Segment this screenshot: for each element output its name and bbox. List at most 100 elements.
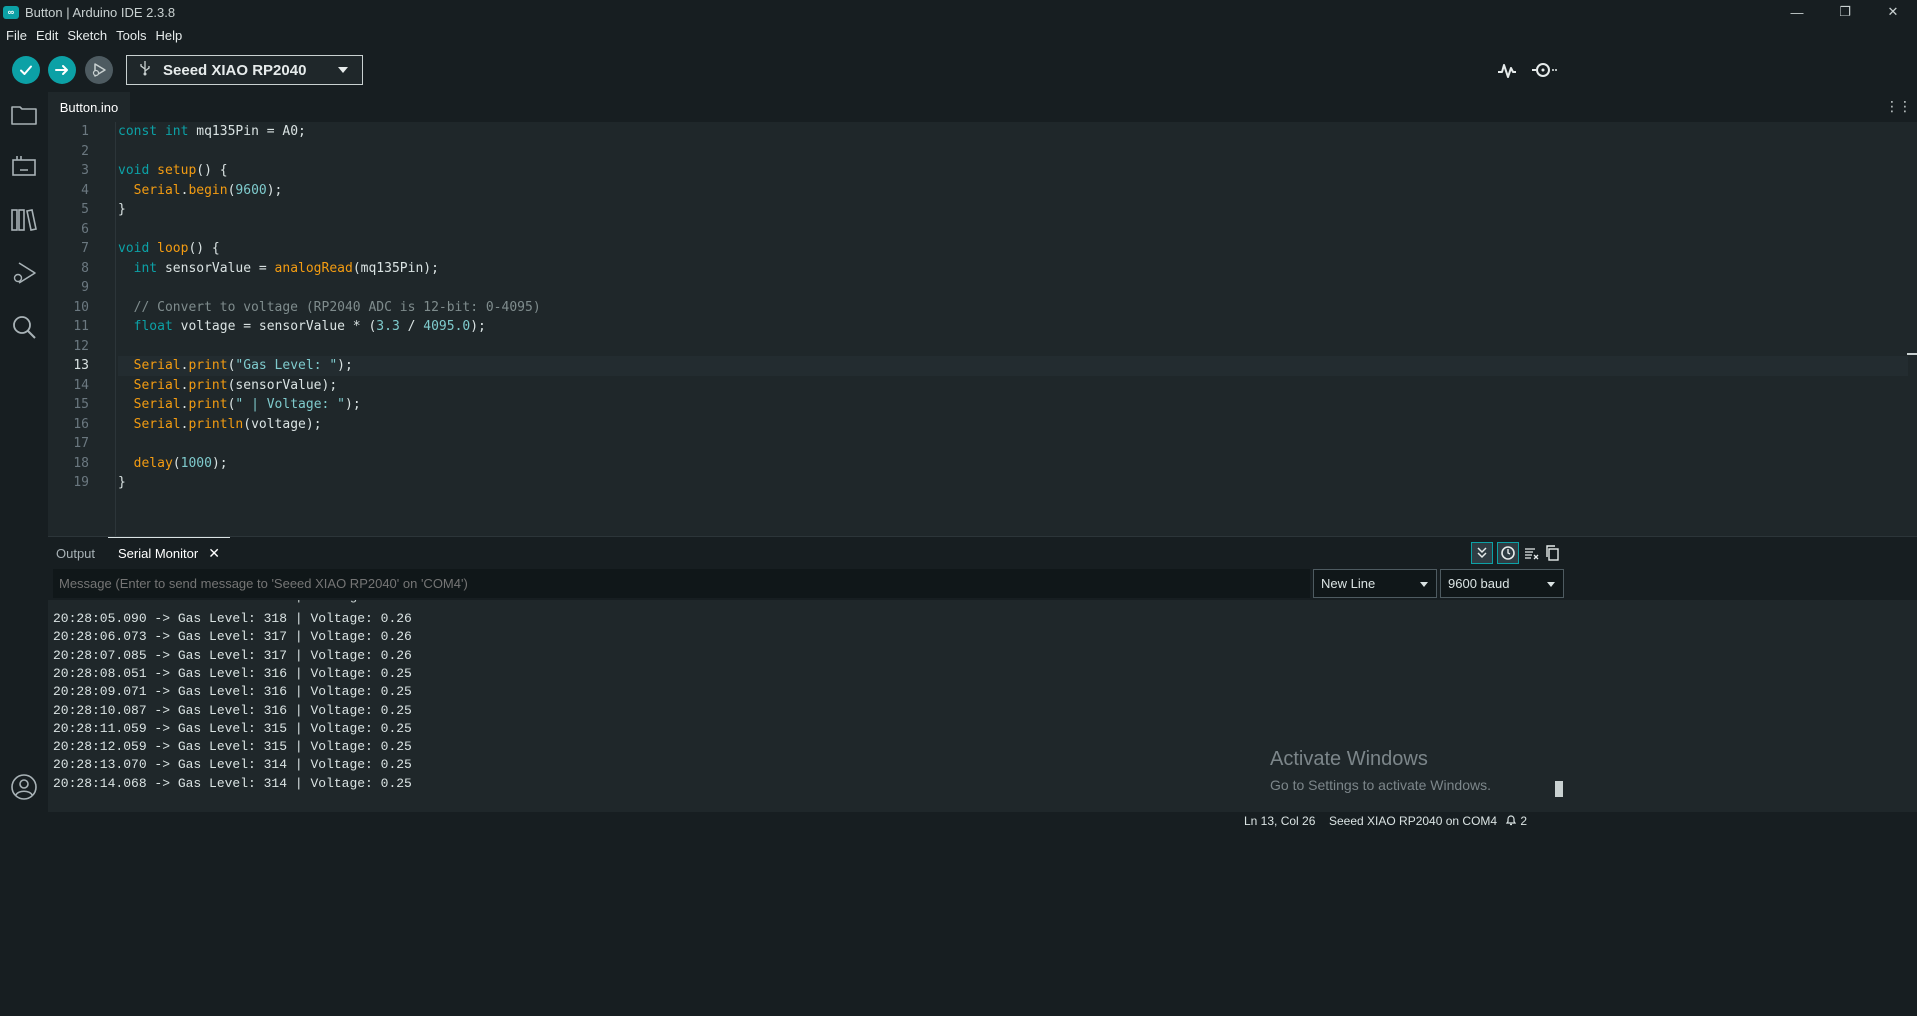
code-line-19: } — [118, 475, 126, 490]
board-port-status[interactable]: Seeed XIAO RP2040 on COM4 — [1329, 814, 1497, 828]
serial-output-line: 20:28:11.059 -> Gas Level: 315 | Voltage… — [53, 720, 412, 736]
clear-output-button[interactable] — [1520, 542, 1542, 564]
notifications-button[interactable]: 2 — [1505, 814, 1527, 828]
code-line-1: const int mq135Pin = A0; — [118, 124, 306, 139]
baud-rate-value: 9600 baud — [1448, 576, 1510, 591]
line-ending-value: New Line — [1321, 576, 1376, 591]
chevron-down-icon — [338, 67, 348, 73]
code-line-5: } — [118, 202, 126, 217]
minimize-button[interactable]: — — [1773, 0, 1821, 24]
line-number: 12 — [73, 338, 89, 354]
serial-message-input[interactable] — [53, 569, 1310, 598]
line-number: 2 — [81, 143, 89, 159]
timestamp-toggle[interactable] — [1497, 542, 1519, 564]
close-icon[interactable]: ✕ — [208, 545, 220, 562]
copy-output-icon — [1546, 545, 1559, 561]
debug-button[interactable] — [85, 56, 113, 84]
arduino-logo-icon: ∞ — [3, 5, 19, 19]
serial-plotter-button[interactable] — [1492, 56, 1522, 84]
sketchbook-folder-icon[interactable] — [9, 100, 39, 130]
line-number-gutter: 1 2 3 4 5 6 7 8 9 10 11 12 13 14 15 16 1… — [48, 122, 116, 536]
autoscroll-toggle[interactable] — [1471, 542, 1493, 564]
line-number: 16 — [73, 416, 89, 432]
code-line-10: // Convert to voltage (RP2040 ADC is 12-… — [118, 299, 541, 315]
verify-button[interactable] — [12, 56, 40, 84]
notifications-count: 2 — [1520, 814, 1528, 828]
usb-icon — [127, 60, 163, 80]
serial-output-line: 20:28:09.071 -> Gas Level: 316 | Voltage… — [53, 684, 412, 700]
chevron-down-icon — [1547, 582, 1555, 587]
close-window-button[interactable]: ✕ — [1869, 0, 1917, 24]
baud-rate-select[interactable]: 9600 baud — [1440, 569, 1564, 598]
serial-output-line-partial: 20:28:05.090 -> Gas Level: 318 | Voltage… — [53, 600, 412, 606]
serial-output-line: 20:28:10.087 -> Gas Level: 316 | Voltage… — [53, 702, 412, 718]
line-ending-select[interactable]: New Line — [1313, 569, 1437, 598]
serial-output-scrollbar[interactable] — [1555, 781, 1563, 797]
cursor-position[interactable]: Ln 13, Col 26 — [1244, 814, 1315, 828]
serial-plotter-icon — [1498, 64, 1516, 78]
code-line-18: delay(1000); — [118, 455, 228, 471]
bottom-panel-tabs: Output Serial Monitor ✕ — [48, 536, 1917, 568]
debug-icon — [92, 63, 106, 77]
code-line-15: Serial.print(" | Voltage: "); — [118, 397, 361, 412]
serial-output-line: 20:28:08.051 -> Gas Level: 316 | Voltage… — [53, 665, 412, 681]
code-line-11: float voltage = sensorValue * (3.3 / 409… — [118, 319, 486, 334]
serial-monitor-button[interactable] — [1528, 56, 1560, 84]
autoscroll-icon — [1477, 547, 1487, 559]
menu-sketch[interactable]: Sketch — [67, 28, 107, 43]
line-number: 9 — [81, 280, 89, 295]
line-number: 14 — [73, 377, 89, 393]
verify-icon — [20, 65, 32, 75]
maximize-button[interactable]: ❐ — [1821, 0, 1869, 24]
serial-output-line: 20:28:06.073 -> Gas Level: 317 | Voltage… — [53, 629, 412, 645]
line-number: 11 — [73, 319, 89, 334]
boards-manager-icon[interactable] — [9, 152, 39, 182]
tab-output[interactable]: Output — [56, 537, 95, 569]
serial-output-line: 20:28:14.068 -> Gas Level: 314 | Voltage… — [53, 775, 412, 791]
line-number-current: 13 — [73, 358, 89, 373]
more-actions-icon[interactable]: ⋮⋮ — [1885, 98, 1912, 115]
window-controls: — ❐ ✕ — [1773, 0, 1917, 24]
title-bar: ∞ Button | Arduino IDE 2.3.8 — ❐ ✕ — [0, 0, 1917, 24]
serial-output-line: 20:28:12.059 -> Gas Level: 315 | Voltage… — [53, 739, 412, 755]
activate-windows-title: Activate Windows — [1270, 748, 1428, 770]
line-number: 18 — [73, 455, 89, 471]
line-number: 15 — [73, 397, 89, 412]
code-line-3: void setup() { — [118, 163, 228, 178]
search-icon[interactable] — [9, 312, 39, 342]
line-number: 6 — [81, 221, 89, 237]
upload-button[interactable] — [48, 56, 76, 84]
bell-icon — [1505, 815, 1517, 826]
tab-serial-monitor[interactable]: Serial Monitor ✕ — [108, 537, 230, 569]
serial-output-line: 20:28:05.090 -> Gas Level: 318 | Voltage… — [53, 611, 412, 626]
line-number: 10 — [73, 299, 89, 315]
profile-icon[interactable] — [9, 772, 39, 802]
library-manager-icon[interactable] — [9, 205, 39, 235]
copy-output-button[interactable] — [1541, 542, 1563, 564]
code-line-8: int sensorValue = analogRead(mq135Pin); — [118, 260, 439, 276]
code-editor[interactable]: 1 2 3 4 5 6 7 8 9 10 11 12 13 14 15 16 1… — [48, 122, 1917, 536]
sidebar — [0, 92, 48, 996]
debug-icon[interactable] — [9, 258, 39, 288]
activate-windows-watermark: Activate Windows Go to Settings to activ… — [1270, 748, 1491, 793]
line-number: 4 — [81, 182, 89, 198]
menu-edit[interactable]: Edit — [36, 28, 58, 43]
line-number: 8 — [81, 260, 89, 276]
menu-file[interactable]: File — [6, 28, 27, 43]
tab-button-ino[interactable]: Button.ino — [48, 92, 130, 122]
board-name: Seeed XIAO RP2040 — [163, 61, 307, 79]
status-bar: Ln 13, Col 26 Seeed XIAO RP2040 on COM4 … — [0, 812, 1917, 831]
line-number: 17 — [73, 436, 89, 451]
editor-tab-bar: Button.ino ⋮⋮ — [48, 92, 1917, 122]
menu-tools[interactable]: Tools — [116, 28, 146, 43]
serial-output-line: 20:28:13.070 -> Gas Level: 314 | Voltage… — [53, 757, 412, 773]
serial-monitor-icon — [1532, 63, 1557, 77]
menu-help[interactable]: Help — [155, 28, 182, 43]
window-title: Button | Arduino IDE 2.3.8 — [25, 4, 176, 20]
activate-windows-subtitle: Go to Settings to activate Windows. — [1270, 777, 1491, 793]
editor-scrollbar[interactable] — [1907, 353, 1917, 355]
serial-output[interactable]: 20:28:05.090 -> Gas Level: 318 | Voltage… — [48, 600, 1917, 812]
board-selector[interactable]: Seeed XIAO RP2040 — [126, 55, 363, 85]
menu-bar: File Edit Sketch Tools Help — [0, 24, 1917, 46]
code-line-4: Serial.begin(9600); — [118, 182, 283, 198]
